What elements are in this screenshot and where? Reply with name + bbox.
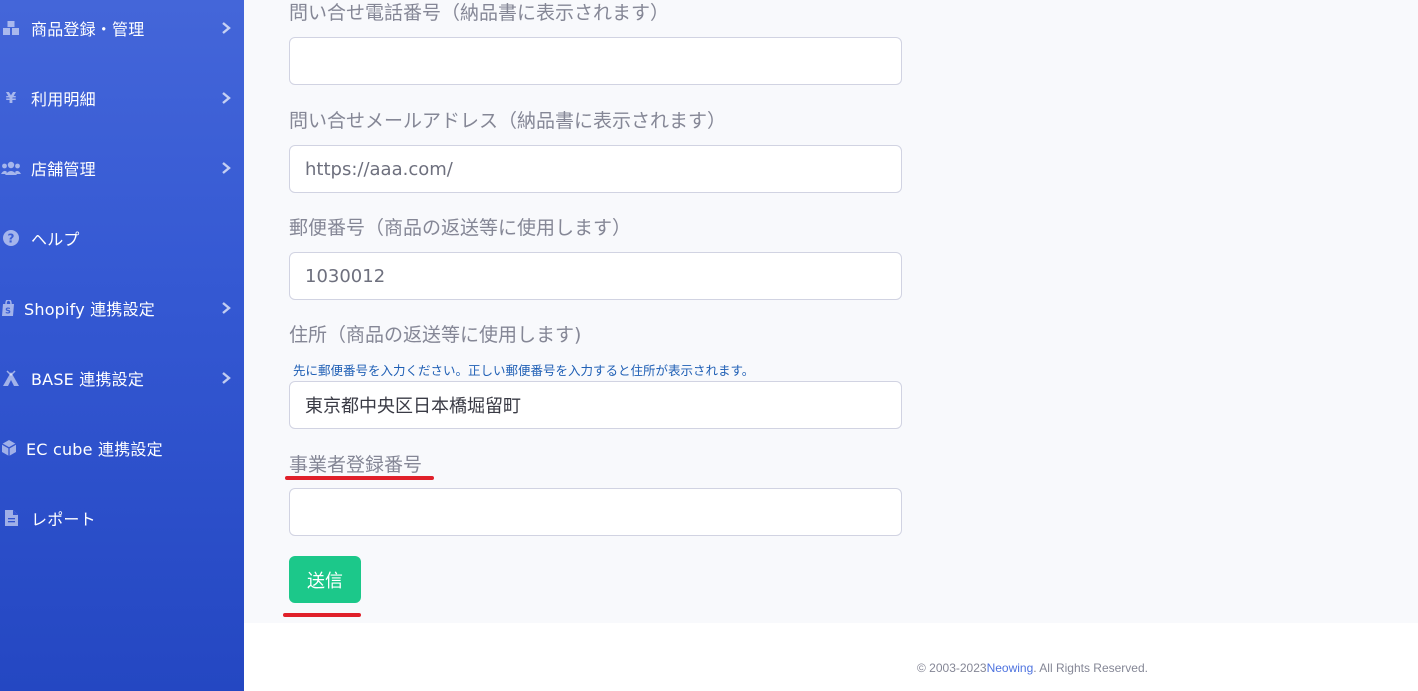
sidebar-item-report[interactable]: レポート	[0, 498, 244, 538]
sidebar-item-label: BASE 連携設定	[31, 370, 145, 389]
postal-code-input[interactable]	[289, 252, 902, 300]
address-hint: 先に郵便番号を入力ください。正しい郵便番号を入力すると住所が表示されます。	[293, 363, 755, 378]
sidebar-item-label: レポート	[31, 510, 96, 529]
boxes-icon	[0, 8, 22, 48]
email-input[interactable]	[289, 145, 902, 193]
sidebar-item-label: 店舗管理	[31, 160, 96, 179]
sidebar-item-help[interactable]: ? ヘルプ	[0, 218, 244, 258]
svg-text:S: S	[5, 307, 11, 316]
brand-link[interactable]: Neowing	[987, 661, 1034, 675]
copyright-suffix: . All Rights Reserved.	[1033, 661, 1148, 675]
question-circle-icon: ?	[0, 218, 22, 258]
sidebar-item-base-settings[interactable]: BASE 連携設定	[0, 358, 244, 398]
copyright-prefix: © 2003-2023	[917, 661, 987, 675]
sidebar-item-store-management[interactable]: 店舗管理	[0, 148, 244, 188]
phone-input[interactable]	[289, 37, 902, 85]
address-label: 住所（商品の返送等に使用します)	[289, 324, 582, 346]
shopify-bag-icon: S	[0, 288, 16, 328]
chevron-right-icon	[222, 92, 231, 104]
sidebar-item-label: EC cube 連携設定	[26, 440, 163, 459]
chevron-right-icon	[222, 302, 231, 314]
annotation-underline	[283, 613, 361, 617]
sidebar: 商品登録・管理 ¥ 利用明細 店舗管理 ? ヘルプ S Shopify 連携設定…	[0, 0, 244, 691]
chevron-right-icon	[222, 372, 231, 384]
chevron-right-icon	[222, 22, 231, 34]
main-content: 問い合せ電話番号（納品書に表示されます） 問い合せメールアドレス（納品書に表示さ…	[244, 0, 1418, 623]
cube-icon	[0, 428, 18, 468]
sidebar-item-label: Shopify 連携設定	[24, 300, 155, 319]
sidebar-item-product-management[interactable]: 商品登録・管理	[0, 8, 244, 48]
footer: © 2003-2023Neowing. All Rights Reserved.	[244, 623, 1418, 691]
sidebar-item-label: ヘルプ	[31, 230, 80, 249]
email-label: 問い合せメールアドレス（納品書に表示されます）	[289, 110, 727, 132]
campground-icon	[0, 358, 22, 398]
yen-icon: ¥	[5, 89, 17, 107]
submit-button[interactable]: 送信	[289, 556, 361, 603]
business-number-label: 事業者登録番号	[289, 454, 423, 476]
annotation-underline	[285, 476, 434, 480]
chevron-right-icon	[222, 162, 231, 174]
sidebar-item-label: 利用明細	[31, 90, 96, 109]
postal-code-label: 郵便番号（商品の返送等に使用します）	[289, 217, 632, 239]
sidebar-item-label: 商品登録・管理	[31, 20, 145, 39]
sidebar-item-shopify-settings[interactable]: S Shopify 連携設定	[0, 288, 244, 328]
copyright-text: © 2003-2023Neowing. All Rights Reserved.	[917, 661, 1148, 675]
business-number-input[interactable]	[289, 488, 902, 536]
svg-text:?: ?	[8, 232, 15, 246]
sidebar-item-billing[interactable]: ¥ 利用明細	[0, 78, 244, 118]
sidebar-item-eccube-settings[interactable]: EC cube 連携設定	[0, 428, 244, 468]
phone-label: 問い合せ電話番号（納品書に表示されます）	[289, 2, 670, 24]
address-input[interactable]	[289, 381, 902, 429]
users-icon	[0, 148, 22, 188]
file-icon	[0, 498, 22, 538]
